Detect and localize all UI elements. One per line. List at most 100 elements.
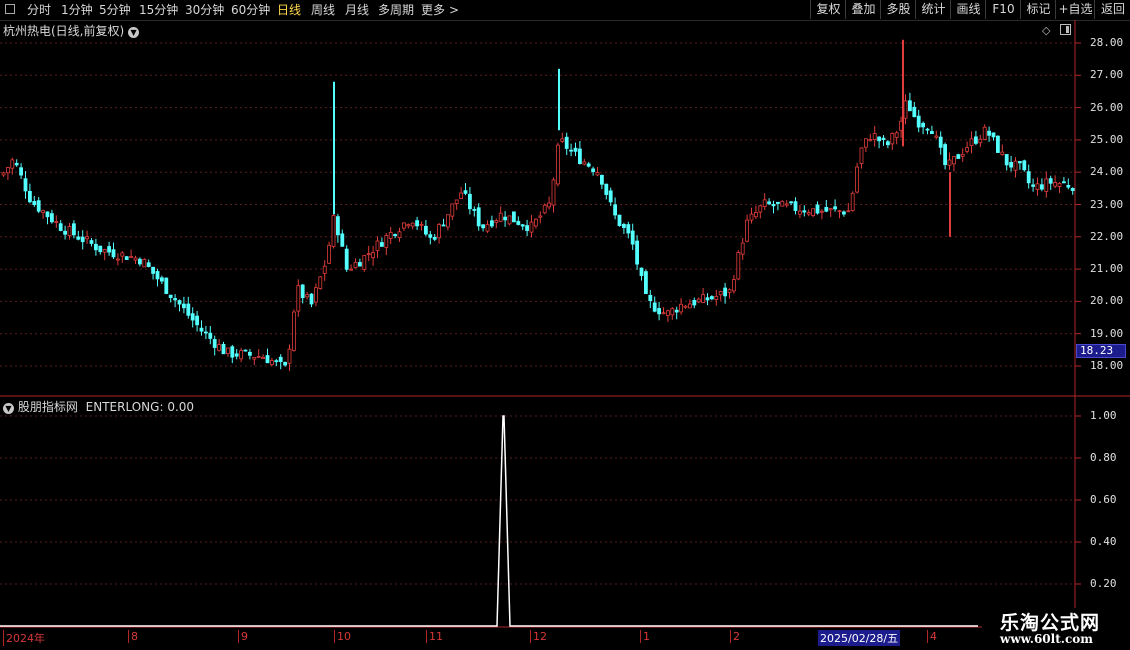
candle-body [265, 355, 270, 364]
candle-body [578, 148, 582, 165]
candle-body [300, 284, 305, 299]
candle-body [582, 161, 587, 165]
candle-body [850, 192, 855, 211]
candle-body [63, 230, 67, 235]
candle-body [696, 298, 701, 303]
candle-body [1000, 151, 1005, 155]
candle-body [626, 224, 631, 234]
candle-body [749, 213, 754, 221]
date-axis-label: 2 [730, 630, 740, 643]
period-tab-3[interactable]: 15分钟 [139, 2, 178, 18]
candle-body [617, 214, 622, 227]
candle-body [10, 159, 15, 169]
candle-body [489, 220, 494, 227]
date-axis-label: 9 [238, 630, 248, 643]
candle-body [384, 235, 389, 248]
candle-body [661, 312, 666, 315]
candle-body [247, 351, 252, 356]
candle-body [283, 361, 288, 366]
period-tab-6[interactable]: 日线 [277, 2, 301, 18]
date-axis-label: 2024年 [3, 630, 45, 646]
period-tab-8[interactable]: 月线 [345, 2, 369, 18]
candle-body [199, 327, 204, 332]
candle-body [644, 271, 648, 294]
candle-body [723, 287, 727, 297]
price-axis-label: 25.00 [1090, 132, 1124, 146]
candle-body [1, 172, 6, 176]
candle-body [335, 216, 340, 236]
candle-body [736, 252, 741, 280]
toolbar-button-8[interactable]: 返回 [1094, 0, 1130, 19]
candle-body [72, 223, 76, 236]
candle-body [903, 100, 908, 119]
candle-body [467, 193, 472, 210]
candle-body [793, 201, 798, 211]
candle-body [274, 360, 279, 363]
candle-body [195, 315, 200, 326]
period-tab-0[interactable]: 分时 [27, 2, 51, 18]
candle-body [1004, 154, 1009, 166]
candle-body [318, 276, 323, 290]
candle-body [679, 303, 683, 313]
candle-body [934, 135, 939, 138]
chevron-down-icon[interactable]: ▼ [3, 403, 14, 414]
chart-canvas[interactable] [0, 20, 1130, 650]
enterlong-series [0, 415, 978, 627]
candle-body [969, 138, 974, 147]
candle-body [124, 256, 129, 260]
candle-body [789, 201, 793, 204]
candle-body [1048, 178, 1053, 184]
period-tab-2[interactable]: 5分钟 [99, 2, 131, 18]
candle-body [872, 133, 877, 140]
candle-body [943, 144, 947, 166]
date-axis-label: 11 [426, 630, 443, 643]
candle-body [710, 296, 714, 300]
period-tab-9[interactable]: 多周期 [378, 2, 414, 18]
candle-body [58, 223, 63, 231]
toolbar-button-7[interactable]: +自选 [1055, 0, 1095, 19]
candle-body [1031, 184, 1035, 187]
toolbar-button-5[interactable]: F10 [985, 0, 1021, 19]
candle-body [129, 256, 134, 258]
window-menu-icon[interactable] [5, 4, 15, 14]
candle-body [415, 220, 420, 227]
candle-body [102, 249, 107, 253]
candle-body [353, 261, 358, 269]
candle-body [14, 162, 19, 166]
price-axis-label: 22.00 [1090, 229, 1124, 243]
candle-body [692, 299, 697, 306]
candle-body [98, 245, 103, 253]
candle-body [965, 147, 969, 152]
candle-body [173, 298, 178, 301]
period-toolbar: 分时 1分钟 5分钟 15分钟 30分钟 60分钟 日线 周线 月线 多周期 更多 > 复权 叠加 多股统… [0, 0, 1130, 21]
date-axis-label: 10 [334, 630, 351, 643]
candle-body [397, 231, 402, 238]
toolbar-button-0[interactable]: 复权 [810, 0, 846, 19]
candle-body [828, 208, 833, 211]
toolbar-button-1[interactable]: 叠加 [845, 0, 881, 19]
candle-body [1057, 182, 1062, 187]
candle-body [846, 210, 851, 213]
period-tab-7[interactable]: 周线 [311, 2, 335, 18]
indicator-panel-header: ▼ 股朋指标网 ENTERLONG: 0.00 [3, 398, 194, 415]
candle-body [278, 356, 283, 362]
candle-body [32, 201, 37, 205]
candle-body [441, 224, 446, 227]
price-axis-label: 23.00 [1090, 197, 1124, 211]
more-arrow-icon[interactable]: > [449, 2, 459, 18]
period-tab-1[interactable]: 1分钟 [61, 2, 93, 18]
toolbar-button-3[interactable]: 统计 [915, 0, 951, 19]
candle-body [547, 202, 551, 208]
candle-body [340, 233, 345, 247]
period-tab-5[interactable]: 60分钟 [231, 2, 270, 18]
toolbar-button-2[interactable]: 多股 [880, 0, 916, 19]
period-tab-4[interactable]: 30分钟 [185, 2, 224, 18]
watermark-title: 乐淘公式网 [1000, 612, 1101, 634]
candle-body [652, 302, 657, 312]
candle-body [525, 225, 529, 231]
toolbar-button-6[interactable]: 标记 [1020, 0, 1056, 19]
period-tab-10[interactable]: 更多 [421, 2, 445, 18]
toolbar-button-4[interactable]: 画线 [950, 0, 986, 19]
candle-body [952, 156, 956, 165]
candle-body [454, 199, 459, 204]
